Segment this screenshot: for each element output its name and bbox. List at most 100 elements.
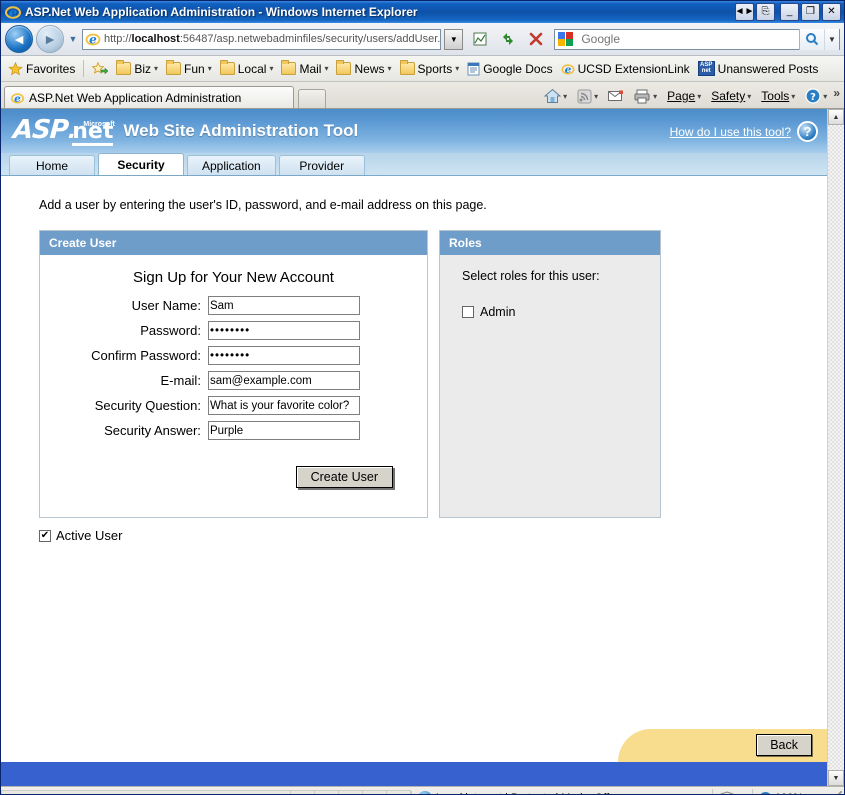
email-cell (207, 369, 425, 392)
local-intranet-icon (418, 791, 432, 794)
print-icon (634, 89, 650, 103)
scroll-down-arrow-icon[interactable]: ▼ (828, 770, 844, 786)
favorite-item-label: Mail (299, 61, 322, 76)
search-input[interactable] (579, 31, 799, 47)
window-resize-grip[interactable] (828, 791, 842, 794)
roles-list: Admin (462, 305, 660, 319)
folder-icon (281, 60, 297, 75)
confirm-password-input[interactable] (207, 346, 360, 365)
form-row-password: Password: (42, 319, 425, 342)
tab-application[interactable]: Application (187, 155, 276, 175)
create-user-panel-body: Sign Up for Your New Account User Name: P… (40, 255, 427, 517)
active-user-row[interactable]: ✔ Active User (39, 528, 828, 543)
back-button[interactable]: ◄ (5, 25, 33, 53)
folder-icon (219, 60, 235, 75)
tab-home[interactable]: Home (9, 155, 95, 175)
recent-pages-dropdown-icon[interactable]: ▼ (67, 34, 79, 44)
form-row-security-question: Security Question: (42, 394, 425, 417)
feeds-caret-icon: ▾ (594, 91, 599, 101)
add-to-favorites-icon[interactable] (88, 60, 112, 78)
minimize-button[interactable]: _ (780, 3, 799, 21)
search-box[interactable]: ▼ (554, 28, 840, 50)
address-scheme: http:// (104, 33, 132, 45)
mail-button[interactable] (604, 88, 628, 105)
role-checkbox-admin[interactable] (462, 306, 474, 318)
zoom-magnifier-icon (758, 791, 772, 794)
favorite-item-news[interactable]: News ▾ (332, 60, 395, 78)
refresh-icon[interactable] (495, 27, 520, 51)
privacy-report-button[interactable]: ▼ (712, 788, 752, 794)
home-button[interactable]: ▾ (540, 86, 571, 106)
tab-label: Application (202, 158, 261, 173)
tools-menu[interactable]: Tools ▾ (757, 87, 799, 105)
command-bar-overflow-icon[interactable]: » (833, 86, 840, 100)
confirm-password-label: Confirm Password: (91, 348, 201, 363)
aspnet-logo-dot: . (67, 118, 77, 144)
help-caret-icon: ▾ (823, 91, 828, 101)
address-dropdown-button[interactable]: ▼ (444, 28, 464, 50)
favorite-item-mail[interactable]: Mail ▾ (277, 60, 332, 78)
window-title: ASP.Net Web Application Administration -… (25, 5, 418, 19)
favorite-item-label: News (354, 61, 385, 76)
restore-tabs-button[interactable]: ◄► (735, 3, 754, 21)
active-user-checkbox[interactable]: ✔ (39, 529, 51, 542)
feeds-button[interactable]: ▾ (573, 87, 602, 106)
favorite-item-unanswered-posts[interactable]: ASP net Unanswered Posts (694, 59, 823, 78)
browser-tab-aspnet-admin[interactable]: e ASP.Net Web Application Administration (4, 86, 294, 108)
security-answer-input[interactable] (207, 421, 360, 440)
stop-icon[interactable] (523, 27, 548, 51)
how-do-i-use-this-tool-link[interactable]: How do I use this tool? (670, 125, 791, 139)
user-name-input[interactable] (207, 296, 360, 315)
scrollbar-track[interactable] (828, 125, 844, 770)
favorite-item-local[interactable]: Local ▾ (216, 60, 278, 78)
favorites-button[interactable]: Favorites (4, 60, 79, 78)
create-user-button[interactable]: Create User (295, 466, 393, 488)
search-dropdown-icon[interactable]: ▼ (824, 28, 839, 50)
scroll-up-arrow-icon[interactable]: ▲ (828, 109, 844, 125)
zoom-control[interactable]: 100% ▼ (751, 788, 826, 794)
tab-provider[interactable]: Provider (278, 155, 365, 175)
favorite-item-label: Unanswered Posts (717, 61, 819, 76)
tab-security[interactable]: Security (98, 153, 184, 175)
search-go-icon[interactable] (799, 28, 824, 50)
form-row-email: E-mail: (42, 369, 425, 392)
email-input[interactable] (207, 371, 360, 390)
vertical-scrollbar[interactable]: ▲ ▼ (827, 109, 844, 786)
password-input[interactable] (207, 321, 360, 340)
aspnet-icon: ASP net (697, 61, 715, 76)
home-icon (544, 88, 562, 103)
favorite-item-fun[interactable]: Fun ▾ (162, 60, 216, 78)
back-button-page[interactable]: Back (756, 734, 812, 756)
help-menu[interactable]: ? ▾ (801, 86, 831, 106)
tab-label: Home (35, 158, 68, 173)
favorite-item-google-docs[interactable]: Google Docs (463, 60, 556, 78)
svg-text:e: e (89, 33, 97, 47)
favorite-item-sports[interactable]: Sports ▾ (396, 60, 464, 78)
help-question-icon[interactable]: ? (797, 121, 818, 142)
role-row-admin[interactable]: Admin (462, 305, 660, 319)
safety-menu[interactable]: Safety ▾ (707, 87, 755, 105)
address-bar[interactable]: e http://localhost:56487/asp.netwebadmin… (82, 28, 442, 50)
safety-menu-label: Safety (711, 89, 746, 103)
favorites-divider (83, 60, 85, 77)
maximize-button[interactable]: ❐ (801, 3, 820, 21)
browser-tab-label: ASP.Net Web Application Administration (29, 90, 242, 105)
page-menu[interactable]: Page ▾ (663, 87, 705, 105)
password-label: Password: (140, 323, 201, 338)
security-question-input[interactable] (207, 396, 360, 415)
favorite-item-ucsd-extensionlink[interactable]: e UCSD ExtensionLink (557, 60, 694, 78)
favorite-item-biz[interactable]: Biz ▾ (112, 60, 162, 78)
forward-button[interactable]: ► (36, 25, 64, 53)
form-row-confirm-password: Confirm Password: (42, 344, 425, 367)
favorites-label: Favorites (26, 61, 76, 76)
restore-window-button[interactable]: ⎘ (756, 3, 775, 21)
form-row-user-name: User Name: (42, 294, 425, 317)
privacy-shield-icon (720, 790, 734, 794)
new-tab-button[interactable] (298, 89, 326, 108)
compatibility-view-icon[interactable] (467, 27, 492, 51)
ie-icon: e (561, 63, 575, 75)
security-zone-area[interactable]: Local intranet | Protected Mode: Off (411, 791, 712, 794)
tools-menu-label: Tools (761, 89, 790, 103)
close-button[interactable]: ✕ (822, 3, 841, 21)
print-button[interactable]: ▾ (630, 87, 661, 106)
